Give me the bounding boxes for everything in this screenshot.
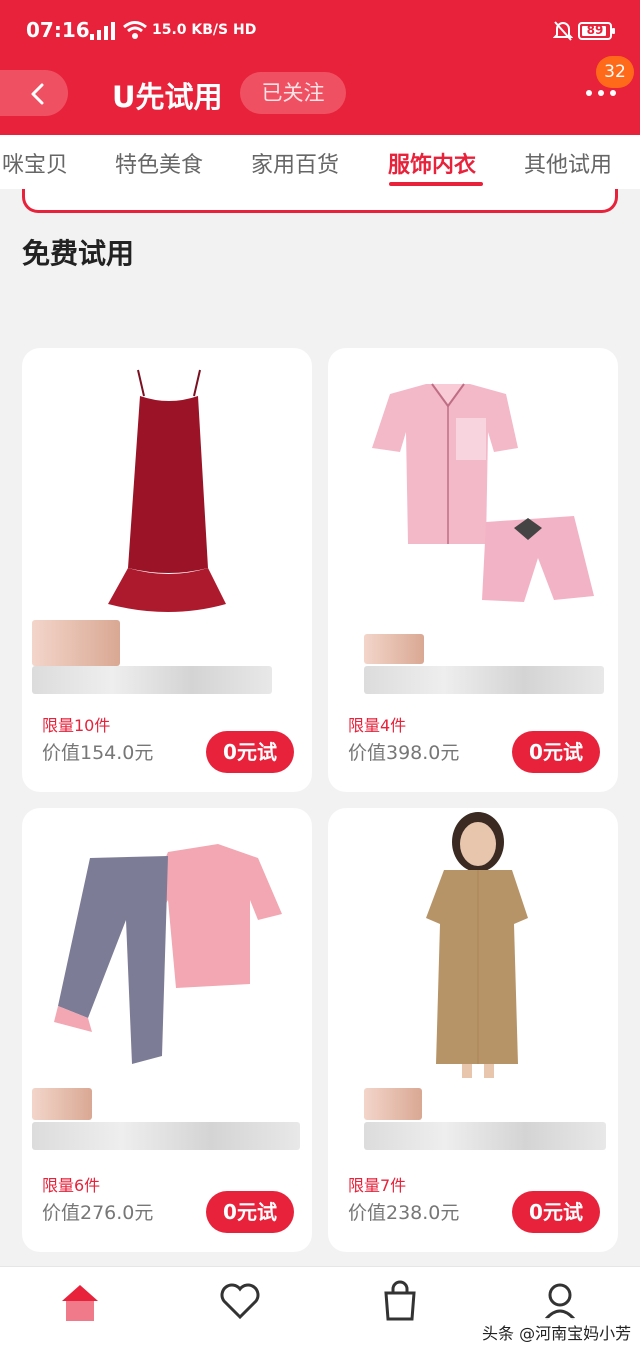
tab-other[interactable]: 其他试用 [524,147,612,179]
home-icon[interactable] [58,1279,102,1323]
limit-label: 限量6件 [42,1176,101,1195]
back-button[interactable] [0,70,68,116]
product-card[interactable]: 限量10件 价值154.0元 0元试 [22,348,312,792]
heart-icon[interactable] [218,1279,262,1323]
blurred-product-title [364,666,604,694]
tab-household[interactable]: 家用百货 [251,147,339,179]
follow-button[interactable]: 已关注 [240,72,346,114]
value-label: 价值398.0元 [348,742,460,764]
blurred-product-title [364,1122,606,1150]
blurred-shop-logo [364,634,424,664]
banner-card[interactable] [22,189,618,213]
blurred-shop-logo [364,1088,422,1120]
product-card[interactable]: 限量7件 价值238.0元 0元试 [328,808,618,1252]
value-label: 价值154.0元 [42,742,154,764]
product-image-khaki-dress [426,812,528,1078]
notification-badge: 32 [596,56,634,88]
free-trial-button[interactable]: 0元试 [206,731,294,773]
tab-baby[interactable]: 咪宝贝 [2,147,68,179]
bag-icon[interactable] [378,1279,422,1323]
product-card[interactable]: 限量4件 价值398.0元 0元试 [328,348,618,792]
category-tabs: 咪宝贝 特色美食 家用百货 服饰内衣 其他试用 [0,135,640,189]
blurred-product-title [32,666,272,694]
page-title: U先试用 [112,80,223,114]
free-trial-button[interactable]: 0元试 [206,1191,294,1233]
watermark-text: 头条 @河南宝妈小芳 [476,1318,638,1346]
status-time: 07:16 [26,18,90,42]
blurred-shop-logo [32,1088,92,1120]
battery-indicator: 89 [578,22,615,40]
active-tab-indicator [389,182,483,186]
product-image-pink-pajamas [372,383,594,602]
status-bar: 07:16 15.0 KB/S HD 89 [0,0,640,62]
blurred-product-title [32,1122,300,1150]
free-trial-button[interactable]: 0元试 [512,731,600,773]
tab-food[interactable]: 特色美食 [115,147,203,179]
product-image-loungewear-set [54,844,282,1064]
free-trial-button[interactable]: 0元试 [512,1191,600,1233]
network-speed: 15.0 KB/S HD [152,22,257,38]
profile-icon[interactable] [538,1279,582,1323]
tab-clothing[interactable]: 服饰内衣 [388,147,476,179]
battery-level: 89 [586,23,604,37]
limit-label: 限量7件 [348,1176,407,1195]
limit-label: 限量4件 [348,716,407,735]
product-card[interactable]: 限量6件 价值276.0元 0元试 [22,808,312,1252]
product-image-red-dress [108,369,226,612]
muted-bell-icon [553,21,573,41]
value-label: 价值276.0元 [42,1202,154,1224]
wifi-icon [123,21,147,39]
blurred-shop-logo [32,620,120,666]
value-label: 价值238.0元 [348,1202,460,1224]
section-title: 免费试用 [22,237,135,270]
signal-icon [90,22,115,40]
chevron-left-icon [31,83,44,105]
limit-label: 限量10件 [42,716,111,735]
app-header: 07:16 15.0 KB/S HD 89 U先试用 已关注 32 [0,0,640,135]
